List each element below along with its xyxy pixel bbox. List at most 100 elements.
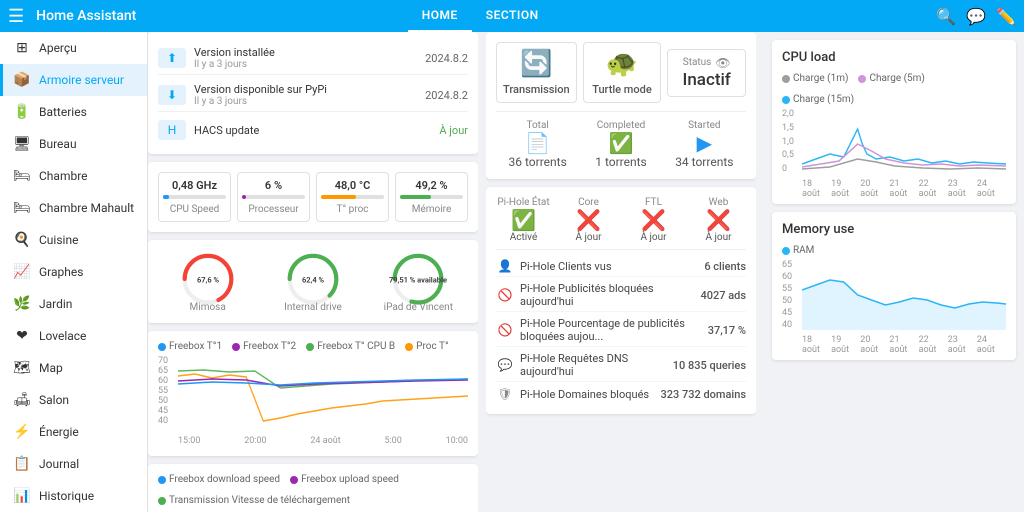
- pihole-row-icon: 💬: [496, 358, 514, 372]
- sidebar-item-salon[interactable]: 🛋Salon: [0, 384, 147, 416]
- pihole-row-icon: 🚫: [496, 323, 514, 337]
- sidebar-item-historique[interactable]: 📊Historique: [0, 480, 147, 512]
- sidebar-icon: 🛋: [13, 392, 31, 408]
- legend-item: Proc T°: [405, 341, 449, 352]
- pihole-row: 🚫 Pi-Hole Publicités bloquées aujourd'hu…: [496, 279, 746, 312]
- sidebar-item-jardin[interactable]: 🌿Jardin: [0, 288, 147, 320]
- small-gauges-card: 0,48 GHz CPU Speed 6 % Processeur 48,0 °…: [148, 162, 478, 232]
- sidebar-icon: 🌿: [13, 296, 31, 312]
- sidebar-item-journal[interactable]: 📋Journal: [0, 448, 147, 480]
- sidebar-icon: ⚡: [13, 424, 31, 440]
- circ-gauge-mimosa: 67,6 % Mimosa: [158, 250, 257, 313]
- pihole-row: 🚫 Pi-Hole Pourcentage de publicités bloq…: [496, 314, 746, 347]
- sidebar-item-aperçu[interactable]: ⊞Aperçu: [0, 32, 147, 64]
- sidebar-item-chambre[interactable]: 🛏Chambre: [0, 160, 147, 192]
- small-gauge-mémoire: 49,2 % Mémoire: [395, 172, 468, 222]
- completed-torrents: Completed ✅ 1 torrents: [579, 120, 662, 169]
- sidebar-icon: 📊: [13, 488, 31, 504]
- cpu-load-card: CPU load Charge (1m)Charge (5m)Charge (1…: [772, 40, 1016, 204]
- total-torrents: Total 📄 36 torrents: [496, 120, 579, 169]
- sidebar-icon: ⊞: [13, 40, 31, 56]
- circ-gauge-ipad-de-vincent: 79,51 % available iPad de Vincent: [369, 250, 468, 313]
- svg-text:67,6 %: 67,6 %: [197, 276, 219, 285]
- pihole-header-item: Web ❌ À jour: [691, 197, 746, 243]
- legend-item: Freebox T° CPU B: [306, 341, 395, 352]
- pihole-row-icon: 🛡: [496, 387, 514, 401]
- search-icon[interactable]: 🔍: [936, 7, 956, 26]
- update-icon: ⬆: [158, 48, 186, 68]
- sidebar-icon: 📋: [13, 456, 31, 472]
- legend-item: Charge (5m): [858, 73, 924, 84]
- legend-item: Transmission Vitesse de téléchargement: [158, 495, 350, 506]
- status-value: Inactif: [683, 70, 731, 90]
- legend-item: Freebox download speed: [158, 474, 280, 485]
- pihole-row: 💬 Pi-Hole Requêtes DNS aujourd'hui 10 83…: [496, 349, 746, 382]
- legend-item: RAM: [782, 245, 814, 256]
- pihole-row: 👤 Pi-Hole Clients vus 6 clients: [496, 256, 746, 277]
- app-title: Home Assistant: [36, 8, 396, 24]
- update-icon: ⬇: [158, 85, 186, 105]
- eye-icon[interactable]: 👁: [715, 56, 730, 70]
- pihole-header-item: FTL ❌ À jour: [626, 197, 681, 243]
- sidebar-item-chambre-mahault[interactable]: 🛏Chambre Mahault: [0, 192, 147, 224]
- sidebar-icon: 🛏: [13, 200, 31, 216]
- legend-item: Charge (15m): [782, 94, 854, 105]
- sidebar-icon: 📦: [13, 72, 31, 88]
- chat-icon[interactable]: 💬: [966, 7, 986, 26]
- sidebar-item-armoire-serveur[interactable]: 📦Armoire serveur: [0, 64, 147, 96]
- started-torrents: Started ▶ 34 torrents: [663, 120, 746, 169]
- turtle-mode-button[interactable]: 🐢 Turtle mode: [583, 42, 662, 103]
- transmission-label: Transmission: [503, 83, 570, 96]
- update-row: H HACS update À jour: [158, 116, 468, 144]
- pihole-header-item: Pi-Hole État ✅ Activé: [496, 197, 551, 243]
- pihole-header-item: Core ❌ À jour: [561, 197, 616, 243]
- transmission-button[interactable]: 🔄 Transmission: [496, 42, 577, 103]
- sidebar-item-batteries[interactable]: 🔋Batteries: [0, 96, 147, 128]
- turtle-mode-label: Turtle mode: [592, 83, 652, 96]
- pihole-row-icon: 👤: [496, 259, 514, 273]
- small-gauge-cpu-speed: 0,48 GHz CPU Speed: [158, 172, 231, 222]
- sidebar-item-énergie[interactable]: ⚡Énergie: [0, 416, 147, 448]
- svg-text:62,4 %: 62,4 %: [302, 276, 324, 285]
- legend-item: Freebox T°2: [232, 341, 296, 352]
- speed-chart-card: Freebox download speed Freebox upload spe…: [148, 464, 478, 512]
- memory-use-title: Memory use: [782, 222, 1006, 237]
- update-row: ⬇ Version disponible sur PyPi Il y a 3 j…: [158, 79, 468, 112]
- status-label: Status: [683, 57, 712, 68]
- sidebar: ⊞Aperçu📦Armoire serveur🔋Batteries🖥Bureau…: [0, 32, 148, 512]
- freebox-temp-chart-card: Freebox T°1 Freebox T°2 Freebox T° CPU B Pr…: [148, 331, 478, 456]
- update-icon: H: [158, 120, 186, 140]
- memory-use-card: Memory use RAM 656055504540 18 août19 ao…: [772, 212, 1016, 360]
- sidebar-icon: ❤: [13, 328, 31, 344]
- sidebar-item-map[interactable]: 🗺Map: [0, 352, 147, 384]
- pihole-card: Pi-Hole État ✅ Activé Core ❌ À jour FTL …: [486, 187, 756, 414]
- right-panel: CPU load Charge (1m)Charge (5m)Charge (1…: [764, 32, 1024, 512]
- pihole-row: 🛡 Pi-Hole Domaines bloqués 323 732 domai…: [496, 384, 746, 404]
- sidebar-item-bureau[interactable]: 🖥Bureau: [0, 128, 147, 160]
- sidebar-icon: 🍳: [13, 232, 31, 248]
- sidebar-item-cuisine[interactable]: 🍳Cuisine: [0, 224, 147, 256]
- tab-home[interactable]: HOME: [408, 0, 472, 32]
- topnav-actions: 🔍 💬 ✏️: [936, 7, 1016, 26]
- topnav-tabs: HOME SECTION: [408, 0, 553, 32]
- cpu-load-title: CPU load: [782, 50, 1006, 65]
- edit-icon[interactable]: ✏️: [996, 7, 1016, 26]
- update-row: ⬆ Version installée Il y a 3 jours 2024.…: [158, 42, 468, 75]
- sidebar-icon: 🛏: [13, 168, 31, 184]
- small-gauge-processeur: 6 % Processeur: [237, 172, 310, 222]
- legend-item: Freebox T°1: [158, 341, 222, 352]
- svg-text:79,51 % available: 79,51 % available: [389, 276, 447, 285]
- topnav: ☰ Home Assistant HOME SECTION 🔍 💬 ✏️: [0, 0, 1024, 32]
- updates-card: ⬆ Version installée Il y a 3 jours 2024.…: [148, 32, 478, 154]
- sidebar-icon: 🗺: [13, 360, 31, 376]
- transmission-card: 🔄 Transmission 🐢 Turtle mode Status 👁 In…: [486, 32, 756, 179]
- sidebar-item-lovelace[interactable]: ❤Lovelace: [0, 320, 147, 352]
- sidebar-item-graphes[interactable]: 📈Graphes: [0, 256, 147, 288]
- sidebar-icon: 📈: [13, 264, 31, 280]
- sidebar-icon: 🖥: [13, 136, 31, 152]
- tab-section[interactable]: SECTION: [472, 0, 553, 32]
- sidebar-icon: 🔋: [13, 104, 31, 120]
- menu-icon[interactable]: ☰: [8, 6, 24, 27]
- legend-item: Freebox upload speed: [290, 474, 399, 485]
- circ-gauges-card: 67,6 % Mimosa 62,4 % Internal drive 79,5…: [148, 240, 478, 323]
